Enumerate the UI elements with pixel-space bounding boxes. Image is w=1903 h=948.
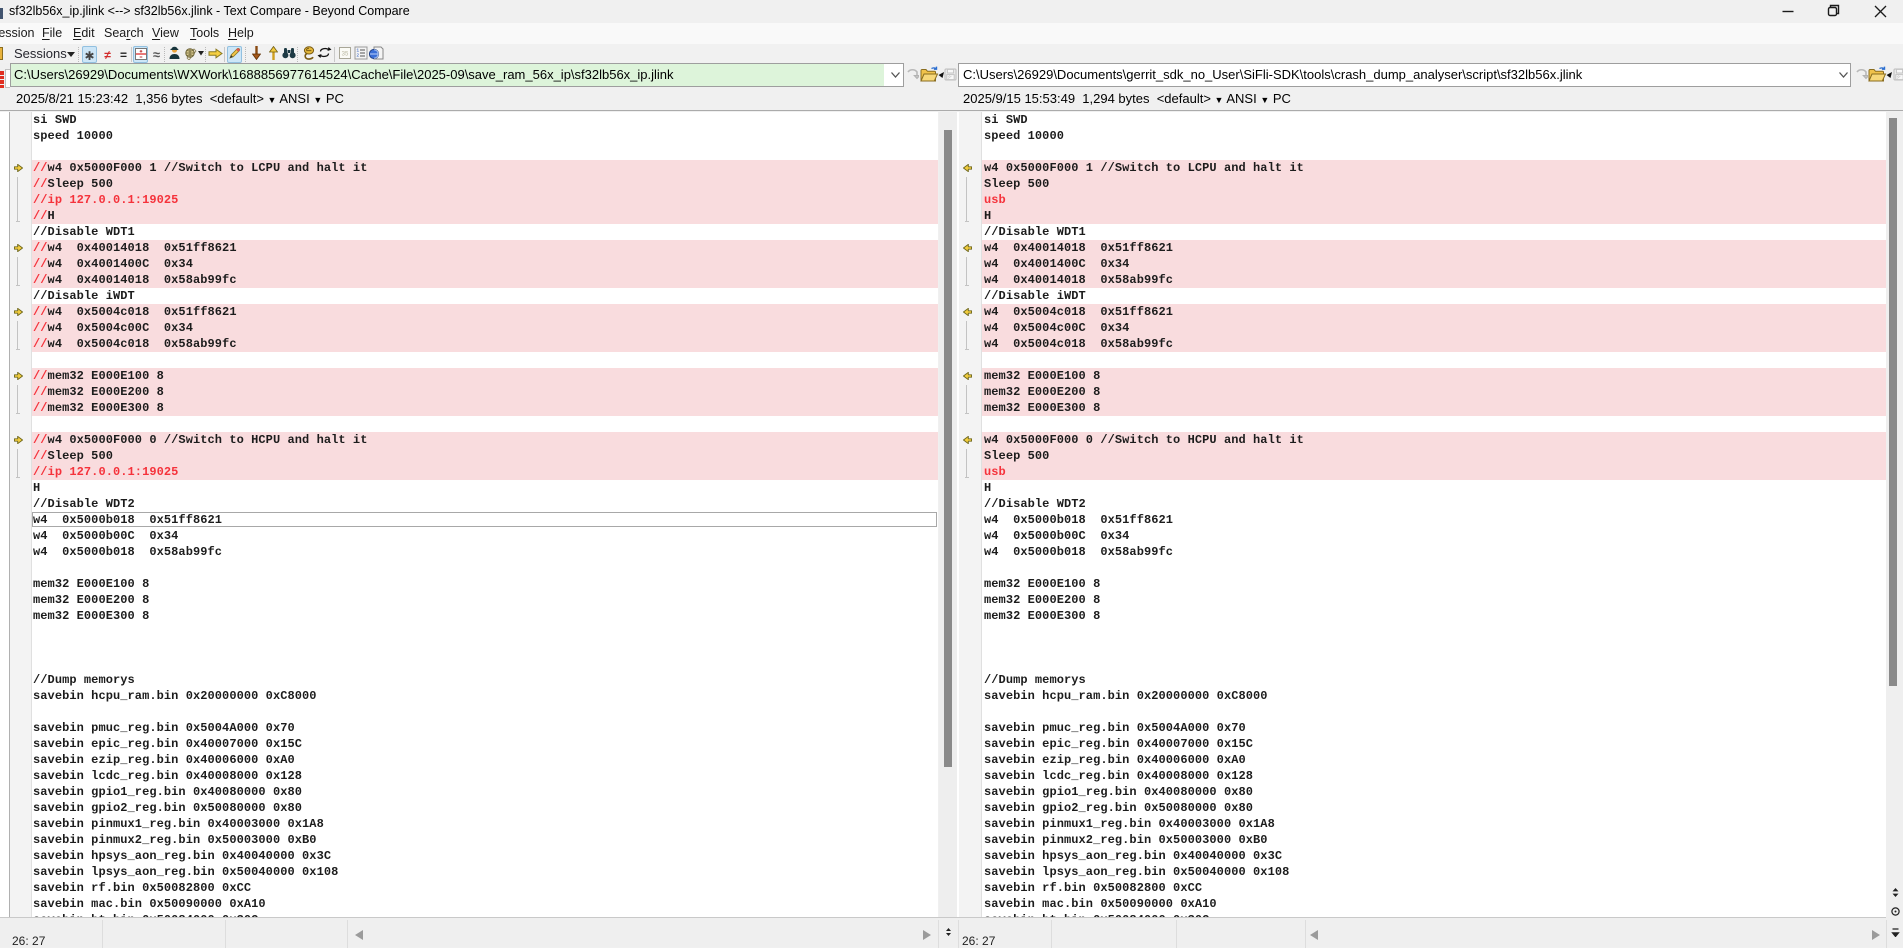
svg-text:35: 35 xyxy=(341,52,348,58)
svg-text:2: 2 xyxy=(356,53,359,59)
